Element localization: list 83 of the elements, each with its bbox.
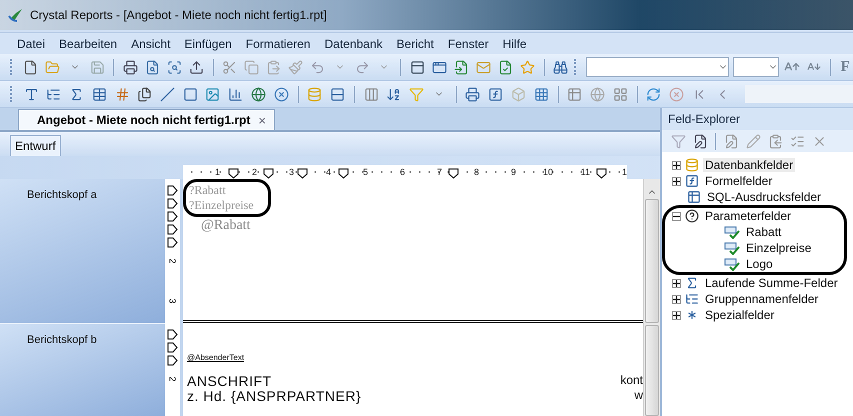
- ruler-number: 2: [168, 258, 178, 264]
- ruler-number: 1: [214, 166, 220, 179]
- ruler-number: 2: [168, 376, 178, 382]
- ruler-number: 11: [580, 166, 590, 179]
- parameter-field-icon: [724, 257, 740, 271]
- panel-title: Feld-Explorer: [662, 108, 853, 130]
- menu-item[interactable]: Formatieren: [238, 34, 318, 52]
- tree-item[interactable]: SQL-Ausdrucksfelder: [705, 190, 824, 204]
- guide-marker-icon[interactable]: [167, 342, 178, 353]
- expand-toggle[interactable]: [672, 278, 681, 288]
- page-field[interactable]: [745, 85, 853, 103]
- plus-icon: [673, 312, 680, 318]
- plus-icon: [673, 162, 680, 168]
- guide-marker-icon[interactable]: [167, 355, 178, 366]
- tree-item[interactable]: Einzelpreise: [744, 241, 814, 255]
- guide-marker-icon[interactable]: [167, 198, 178, 209]
- database-icon: [685, 158, 699, 172]
- font-size-dropdown[interactable]: [733, 57, 779, 77]
- collapse-toggle[interactable]: [672, 212, 681, 220]
- report-field[interactable]: kont: [620, 373, 643, 388]
- guide-marker-icon[interactable]: [167, 185, 178, 196]
- section-label: Berichtskopf a: [27, 189, 97, 201]
- ruler-number: 3: [288, 166, 294, 179]
- ruler-number: 9: [510, 166, 516, 179]
- ruler-number: 3: [168, 298, 178, 304]
- scrollbar[interactable]: [643, 323, 660, 416]
- parameter-icon: [685, 209, 699, 223]
- plus-icon: [673, 280, 680, 286]
- guide-marker-icon[interactable]: [167, 211, 178, 222]
- parameter-field-icon: [724, 225, 740, 239]
- tree-item[interactable]: Laufende Summe-Felder: [703, 276, 840, 290]
- ruler-number: 8: [474, 166, 479, 179]
- tree-item[interactable]: Datenbankfelder: [703, 158, 796, 172]
- report-field[interactable]: ANSCHRIFT: [187, 374, 362, 389]
- plus-icon: [673, 178, 680, 184]
- function-icon: [685, 174, 699, 188]
- menu-item[interactable]: Bearbeiten: [52, 34, 124, 52]
- tree-item[interactable]: Parameterfelder: [703, 209, 794, 223]
- close-icon[interactable]: ×: [258, 112, 266, 128]
- ruler-number: 6: [400, 166, 405, 179]
- ruler-number: 5: [362, 166, 368, 179]
- ruler-number: 10: [542, 166, 553, 179]
- tab-title: Angebot - Miete noch nicht fertig1.rpt: [37, 113, 250, 127]
- menu-item[interactable]: Einfügen: [177, 34, 239, 52]
- expand-toggle[interactable]: [672, 294, 681, 304]
- ruler-number: 2: [252, 166, 257, 179]
- report-field[interactable]: z. Hd. {ANSPRPARTNER}: [187, 389, 362, 404]
- expand-toggle[interactable]: [672, 310, 681, 320]
- font-dropdown[interactable]: [586, 57, 730, 77]
- menu-item[interactable]: Hilfe: [496, 34, 534, 52]
- plus-icon: [673, 296, 680, 302]
- section-header[interactable]: Berichtskopf b: [0, 323, 165, 416]
- view-tab[interactable]: Entwurf: [10, 135, 61, 156]
- app-logo-icon: [8, 7, 24, 23]
- tree-item[interactable]: Gruppennamenfelder: [703, 292, 820, 306]
- tree-item[interactable]: Spezialfelder: [703, 308, 776, 322]
- guide-marker-icon[interactable]: [167, 224, 178, 235]
- sigma-icon: [685, 276, 699, 290]
- expand-toggle[interactable]: [672, 176, 681, 186]
- tree-item[interactable]: Rabatt: [744, 225, 784, 239]
- sql-icon: [687, 190, 701, 204]
- scrollbar[interactable]: [643, 179, 660, 323]
- guide-marker-icon[interactable]: [167, 237, 178, 248]
- parameter-field-icon: [724, 241, 740, 255]
- menu-item[interactable]: Datei: [10, 34, 52, 52]
- menu-item[interactable]: Ansicht: [124, 34, 178, 52]
- section-header[interactable]: Berichtskopf a: [0, 179, 165, 323]
- section-label: Berichtskopf b: [27, 334, 97, 346]
- document-tab[interactable]: Angebot - Miete noch nicht fertig1.rpt ×: [18, 109, 275, 130]
- tree-item[interactable]: Formelfelder: [703, 174, 774, 188]
- window-title: Crystal Reports - [Angebot - Miete noch nicht fertig1.rpt]: [30, 8, 327, 22]
- report-field[interactable]: w: [634, 388, 643, 403]
- menu-item[interactable]: Fenster: [440, 34, 496, 52]
- tree-item[interactable]: Logo: [744, 257, 775, 271]
- group-icon: [685, 292, 699, 306]
- ruler-number: 4: [326, 166, 331, 179]
- expand-toggle[interactable]: [672, 160, 681, 170]
- report-field[interactable]: @AbsenderText: [187, 353, 362, 362]
- ruler-number: 7: [436, 166, 442, 179]
- guide-marker-icon[interactable]: [167, 329, 178, 340]
- menu-item[interactable]: Bericht: [390, 34, 441, 52]
- ruler-number: 1: [622, 166, 627, 179]
- menu-item[interactable]: Datenbank: [317, 34, 390, 52]
